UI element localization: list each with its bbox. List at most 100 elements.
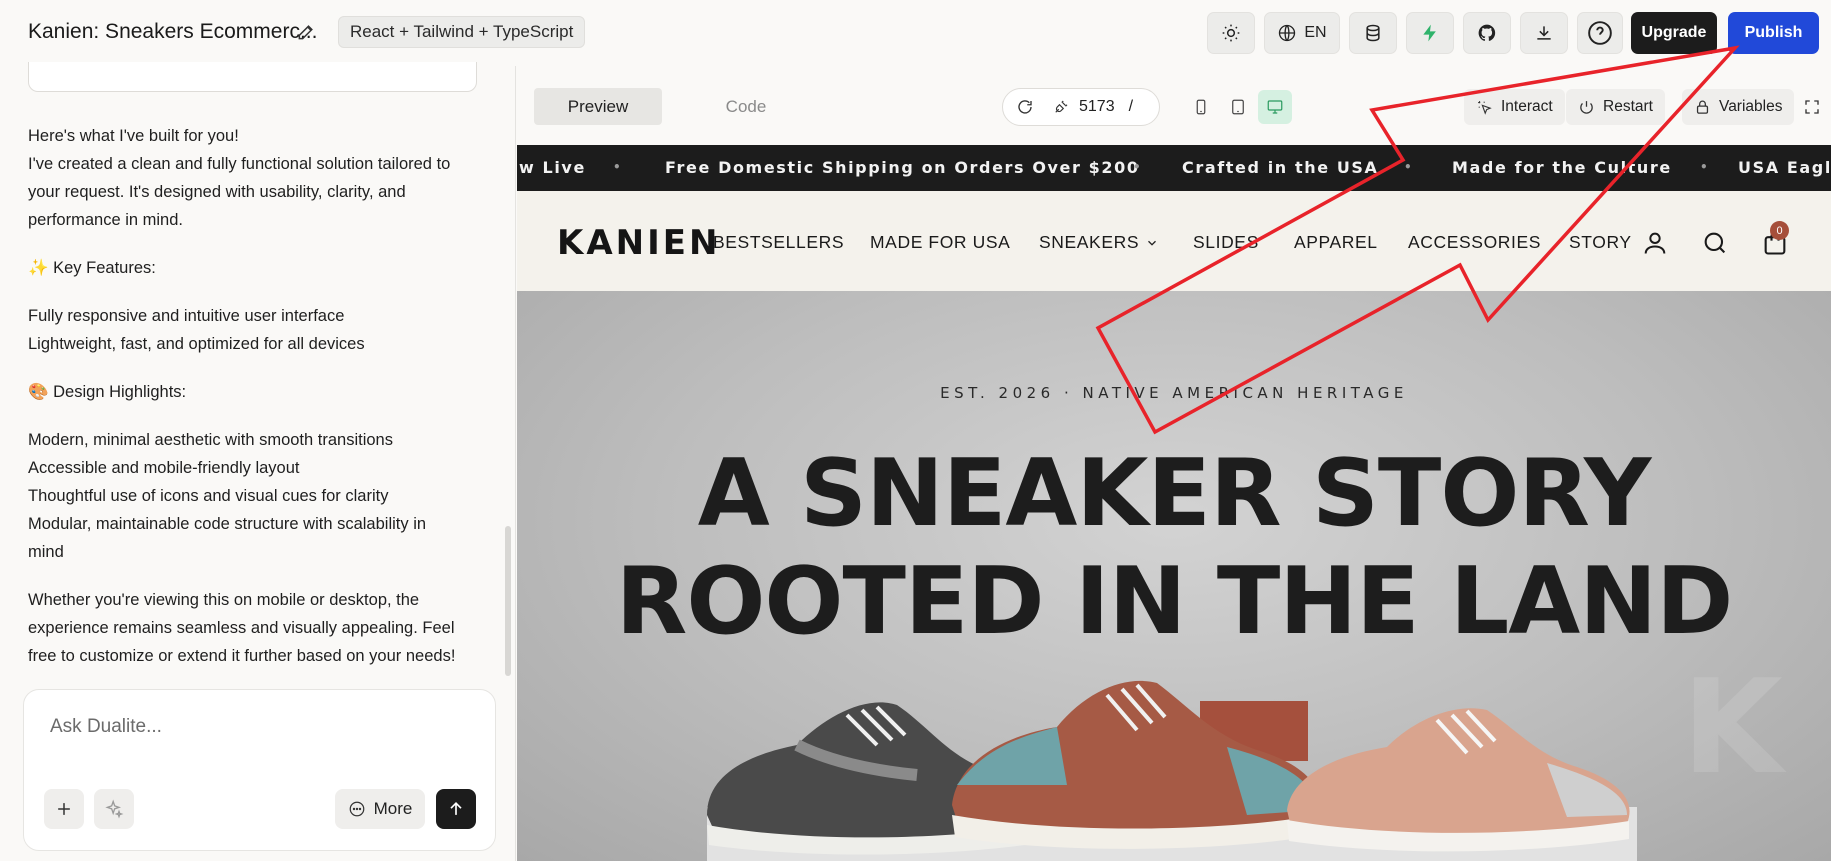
database-icon (1366, 24, 1380, 42)
language-label: EN (1304, 24, 1327, 41)
ticker-item: Free Domestic Shipping on Orders Over $2… (665, 158, 1140, 177)
previous-message-card (28, 62, 477, 92)
language-button[interactable]: EN (1264, 12, 1340, 54)
restart-button[interactable]: Restart (1566, 89, 1665, 125)
intro-heading: Here's what I've built for you! (28, 127, 239, 145)
chat-input[interactable] (50, 712, 470, 742)
chat-scrollbar[interactable] (505, 526, 511, 676)
intro-paragraph: Here's what I've built for you! I've cre… (28, 122, 478, 234)
nav-accessories[interactable]: ACCESSORIES (1408, 232, 1541, 253)
ticker-item: w Live (519, 158, 586, 177)
attach-button[interactable] (44, 789, 84, 829)
design-item: Modular, maintainable code structure wit… (28, 515, 427, 533)
hero-title-line: A SNEAKER STORY (697, 439, 1652, 547)
nav-made-for-usa[interactable]: MADE FOR USA (870, 232, 1010, 253)
theme-toggle-button[interactable] (1207, 12, 1255, 54)
plug-icon (1055, 100, 1068, 113)
preview-toolbar: Preview Code 5173 / Interact Restart Var… (517, 66, 1831, 145)
github-button[interactable] (1463, 12, 1511, 54)
closing-line: experience remains seamless and visually… (28, 619, 455, 637)
site-logo[interactable]: KANIEN (557, 223, 720, 263)
user-icon[interactable] (1641, 229, 1669, 257)
bolt-icon (1423, 24, 1436, 42)
feature-item: Fully responsive and intuitive user inte… (28, 307, 345, 325)
help-button[interactable] (1577, 12, 1623, 54)
fullscreen-icon[interactable] (1803, 98, 1821, 116)
intro-line: performance in mind. (28, 211, 183, 229)
assistant-message: Here's what I've built for you! I've cre… (28, 122, 478, 690)
sparkle-icon (105, 799, 124, 819)
restart-label: Restart (1603, 98, 1653, 115)
desktop-view-button[interactable] (1258, 90, 1292, 124)
power-icon (1580, 100, 1593, 114)
upgrade-button[interactable]: Upgrade (1631, 12, 1717, 54)
chat-panel: Here's what I've built for you! I've cre… (0, 62, 516, 861)
site-header: KANIEN BESTSELLERS MADE FOR USA SNEAKERS… (517, 191, 1831, 291)
key-features-list: Fully responsive and intuitive user inte… (28, 302, 478, 358)
download-button[interactable] (1520, 12, 1568, 54)
closing-paragraph: Whether you're viewing this on mobile or… (28, 586, 478, 670)
help-icon (1588, 21, 1612, 45)
design-highlights-list: Modern, minimal aesthetic with smooth tr… (28, 426, 478, 566)
sneaker-right (1287, 708, 1630, 852)
design-highlights-heading: 🎨 Design Highlights: (28, 383, 187, 401)
nav-sneakers[interactable]: SNEAKERS (1039, 232, 1159, 253)
globe-icon (1279, 24, 1296, 42)
sneaker-middle (952, 680, 1320, 849)
design-item: Thoughtful use of icons and visual cues … (28, 487, 389, 505)
mobile-icon (1196, 99, 1206, 115)
sneakers-illustration[interactable] (687, 665, 1667, 861)
more-button[interactable]: More (335, 789, 425, 829)
hero-kicker: EST. 2026 · NATIVE AMERICAN HERITAGE (940, 384, 1408, 402)
mobile-view-button[interactable] (1184, 90, 1218, 124)
port-number: 5173 (1079, 98, 1115, 115)
pencil-icon[interactable] (296, 22, 316, 42)
ticker-separator: • (1404, 160, 1414, 174)
lock-icon (1696, 100, 1709, 114)
url-path[interactable]: / (1129, 98, 1133, 116)
send-button[interactable] (436, 789, 476, 829)
nav-apparel[interactable]: APPAREL (1294, 232, 1378, 253)
intro-line: I've created a clean and fully functiona… (28, 155, 451, 173)
enhance-prompt-button[interactable] (94, 789, 134, 829)
design-item: Accessible and mobile-friendly layout (28, 459, 300, 477)
more-dots-icon (349, 801, 364, 817)
design-item: Modern, minimal aesthetic with smooth tr… (28, 431, 393, 449)
top-bar: Kanien: Sneakers Ecommerc... React + Tai… (0, 0, 1831, 66)
interact-label: Interact (1501, 98, 1553, 115)
ticker-separator: • (613, 160, 623, 174)
desktop-icon (1267, 100, 1283, 114)
cart-count-badge: 0 (1770, 221, 1789, 240)
supabase-button[interactable] (1406, 12, 1454, 54)
arrow-up-icon (450, 801, 462, 815)
nav-bestsellers[interactable]: BESTSELLERS (713, 232, 844, 253)
variables-label: Variables (1719, 98, 1783, 115)
search-icon[interactable] (1701, 229, 1729, 257)
sun-icon (1222, 24, 1240, 42)
more-label: More (373, 799, 413, 818)
refresh-icon[interactable] (1016, 98, 1034, 116)
tab-preview[interactable]: Preview (534, 88, 662, 125)
project-title[interactable]: Kanien: Sneakers Ecommerc... (28, 20, 317, 44)
plus-icon (58, 803, 70, 815)
key-features-heading: ✨ Key Features: (28, 259, 156, 277)
variables-button[interactable]: Variables (1682, 89, 1795, 125)
tablet-icon (1232, 99, 1244, 115)
ticker-item: USA Eagle (1738, 158, 1831, 177)
tech-stack-badge: React + Tailwind + TypeScript (338, 16, 586, 48)
ticker-item: Made for the Culture (1452, 158, 1672, 177)
tab-code[interactable]: Code (682, 88, 810, 125)
ticker-item: Crafted in the USA (1182, 158, 1379, 177)
download-icon (1537, 26, 1551, 40)
intro-line: your request. It's designed with usabili… (28, 183, 406, 201)
tablet-view-button[interactable] (1221, 90, 1255, 124)
nav-story[interactable]: STORY (1569, 232, 1632, 253)
closing-line: free to customize or extend it further b… (28, 647, 456, 665)
database-button[interactable] (1349, 12, 1397, 54)
announcement-ticker: w Live • Free Domestic Shipping on Order… (517, 145, 1831, 191)
interact-button[interactable]: Interact (1464, 89, 1565, 125)
publish-button[interactable]: Publish (1728, 12, 1819, 54)
site-preview-frame: w Live • Free Domestic Shipping on Order… (517, 145, 1831, 861)
ticker-separator: • (1700, 160, 1710, 174)
nav-slides[interactable]: SLIDES (1193, 232, 1259, 253)
